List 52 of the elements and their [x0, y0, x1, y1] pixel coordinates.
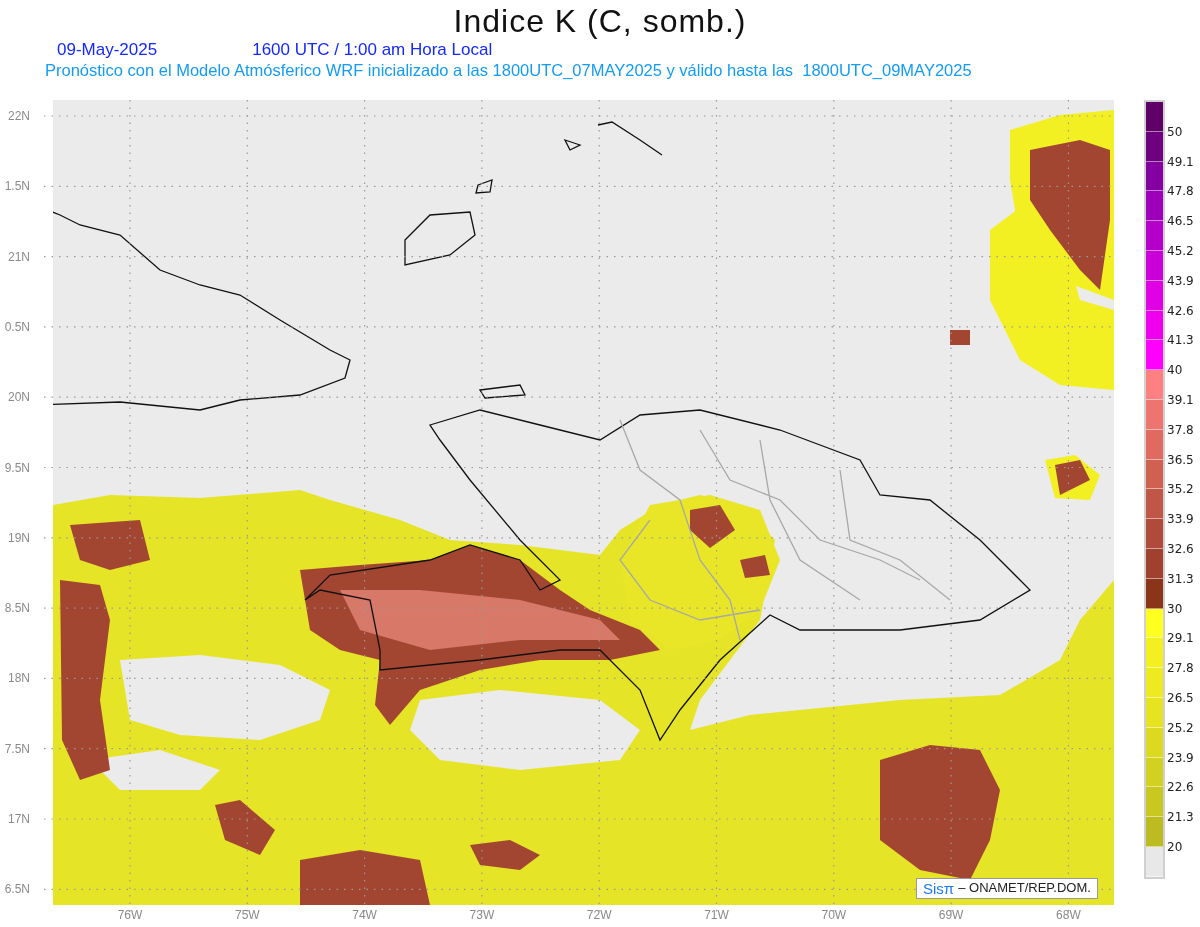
scale-label: 47.8: [1167, 184, 1194, 199]
scale-label: 31.3: [1167, 571, 1194, 586]
scale-label: 25.2: [1167, 720, 1194, 735]
latitude-label: 19N: [8, 530, 30, 545]
scale-label: 50: [1167, 124, 1183, 139]
scale-label: 30: [1167, 601, 1183, 616]
scale-label: 29.1: [1167, 631, 1194, 646]
scale-label: 40: [1167, 363, 1183, 378]
latitude-label: 0.5N: [4, 319, 30, 334]
scale-label: 20: [1167, 839, 1183, 854]
latitude-label: 7.5N: [4, 741, 30, 756]
scale-label: 36.5: [1167, 452, 1194, 467]
scale-label: 33.9: [1167, 512, 1194, 527]
longitude-label: 70W: [821, 908, 847, 922]
longitude-label: 73W: [469, 908, 495, 922]
scale-label: 35.2: [1167, 482, 1194, 497]
scale-label: 45.2: [1167, 244, 1194, 258]
latitude-label: 9.5N: [4, 460, 30, 475]
scale-label: 32.6: [1167, 541, 1194, 556]
latitude-label: 20N: [8, 390, 30, 405]
scale-label: 49.1: [1167, 154, 1194, 169]
scale-label: 21.3: [1167, 810, 1194, 825]
forecast-date: 09-May-2025: [57, 40, 158, 60]
scale-label: 23.9: [1167, 750, 1194, 765]
scale-label: 27.8: [1167, 661, 1194, 676]
chart-title: Indice K (C, somb.): [452, 2, 748, 40]
latitude-label: 6.5N: [4, 882, 30, 897]
longitude-label: 74W: [352, 908, 377, 922]
logo-text: Sisπ: [923, 880, 955, 897]
longitude-label: 76W: [117, 908, 143, 922]
longitude-label: 68W: [1056, 908, 1081, 922]
scale-label: 37.8: [1167, 422, 1194, 437]
scale-label: 42.6: [1167, 303, 1194, 318]
longitude-label: 71W: [704, 908, 729, 922]
scale-label: 39.1: [1167, 392, 1194, 407]
credit-text: – ONAMET/REP.DOM.: [958, 880, 1091, 897]
forecast-time: 1600 UTC / 1:00 am Hora Local: [252, 40, 493, 60]
scale-label: 46.5: [1167, 214, 1194, 229]
scale-label: 41.3: [1167, 333, 1194, 348]
latitude-label: 22N: [8, 109, 30, 123]
longitude-label: 69W: [938, 908, 964, 922]
scale-label: 26.5: [1167, 690, 1194, 705]
scale-label: 22.6: [1167, 780, 1194, 795]
latitude-label: 21N: [8, 249, 30, 264]
latitude-label: 8.5N: [4, 601, 30, 616]
latitude-label: 17N: [8, 812, 30, 826]
latitude-label: 1.5N: [4, 179, 30, 194]
longitude-label: 75W: [234, 908, 260, 922]
longitude-label: 72W: [586, 908, 612, 922]
scale-label: 43.9: [1167, 273, 1194, 288]
forecast-subtitle: Pronóstico con el Modelo Atmósferico WRF inicializado a las 1800UTC_07MAY2025 y válido hasta las 1800UTC_09MAY2025: [44, 60, 973, 80]
latitude-label: 18N: [8, 671, 30, 686]
